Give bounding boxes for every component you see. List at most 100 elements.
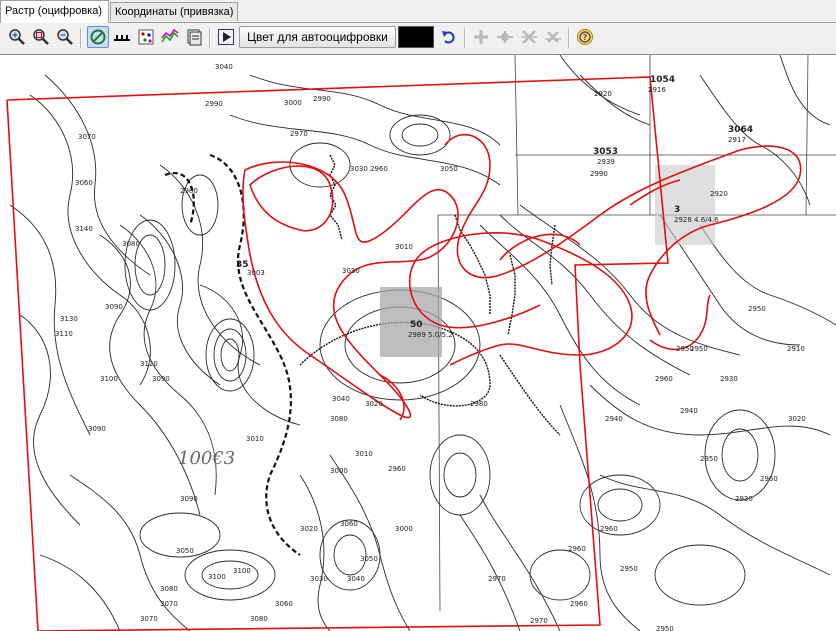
contour-label: 3050 [176, 547, 194, 555]
contour-label: 3120 [140, 360, 158, 368]
layers-icon [187, 29, 202, 46]
add-point-button[interactable] [470, 26, 492, 48]
well-label: 3053 [593, 147, 619, 157]
contour-label: 3020 [300, 525, 318, 533]
digitize-contour-button[interactable] [111, 26, 133, 48]
contour-label: 2980 [470, 400, 488, 408]
contour-label: 2970 [488, 575, 506, 583]
digitize-points-button[interactable] [135, 26, 157, 48]
delete-point-button[interactable] [518, 26, 540, 48]
autodigitize-color-swatch[interactable] [398, 26, 434, 48]
contour-label: 2950 [748, 305, 766, 313]
contour-label: 3090 [152, 375, 170, 383]
digitize-fault-button[interactable] [159, 26, 181, 48]
contour-label: 3030 [350, 165, 368, 173]
contour-label: 3010 [395, 243, 413, 251]
contour-label: 3090 [180, 495, 198, 503]
tab-label: Координаты (привязка) [115, 6, 234, 18]
contour-label: 3050 [360, 555, 378, 563]
raster-canvas[interactable]: 3070 3040 2990 3000 3060 3030 3080 3090 … [0, 54, 836, 631]
contour-label: 3110 [55, 330, 73, 338]
contour-label: 3040 [347, 575, 365, 583]
well-label: 50 [410, 320, 423, 330]
toolbar-separator [464, 28, 466, 48]
contour-label: 3000 [284, 99, 302, 107]
contour-label: 2960 [600, 525, 618, 533]
move-point-button[interactable] [494, 26, 516, 48]
contour-label: 3100 [208, 573, 226, 581]
svg-text:?: ? [583, 33, 588, 42]
well-value: 2928 4.6/4.6 [674, 216, 719, 224]
contour-label: 3030 [310, 575, 328, 583]
well-label: 1054 [650, 75, 676, 85]
contour-label: 2980 [180, 187, 198, 195]
contour-label: 3050 [440, 165, 458, 173]
delete-point-icon [521, 30, 537, 44]
well-label: 3 [674, 205, 681, 215]
undo-icon [442, 31, 455, 44]
contour-label: 3070 [78, 133, 96, 141]
contour-label: 3070 [160, 600, 178, 608]
contour-label: 2950 [656, 625, 674, 631]
zoom-rect-button[interactable] [30, 26, 52, 48]
contour-label: 3020 [788, 415, 806, 423]
contour-label: 3010 [246, 435, 264, 443]
digitize-points-icon [138, 29, 154, 45]
well-value: 3003 [247, 269, 265, 277]
delete-line-icon [545, 31, 561, 43]
contour-label: 3000 [395, 525, 413, 533]
contour-label: 3070 [140, 615, 158, 623]
move-point-icon [497, 31, 513, 43]
contour-label: 3080 [122, 240, 140, 248]
autodigitize-color-button[interactable]: Цвет для автооцифровки >> [239, 26, 396, 64]
play-icon [218, 29, 234, 45]
zoom-in-button[interactable] [6, 26, 28, 48]
grid-lines [437, 55, 836, 612]
contour-label: 2920 [594, 90, 612, 98]
contour-map [6, 55, 836, 631]
contour-label: 3080 [330, 415, 348, 423]
contour-label: 3000 [330, 467, 348, 475]
layers-button[interactable] [183, 26, 205, 48]
contour-label: 3040 [215, 63, 233, 71]
contour-label: 2950 [700, 455, 718, 463]
play-button[interactable] [215, 26, 237, 48]
contour-label: 2960 [655, 375, 673, 383]
contour-label: 3020 [365, 400, 383, 408]
contour-label: 3060 [340, 520, 358, 528]
contour-label: 3010 [355, 450, 373, 458]
toolbar-separator [80, 28, 82, 48]
tab-label: Растр (оцифровка) [5, 5, 102, 17]
zoom-out-button[interactable] [54, 26, 76, 48]
contour-label: 3140 [75, 225, 93, 233]
contour-label: 3080 [250, 615, 268, 623]
contour-label: 2930 [720, 375, 738, 383]
contour-label: 3060 [75, 179, 93, 187]
digitize-contour-icon [114, 35, 130, 41]
contour-label: 3060 [275, 600, 293, 608]
tab-raster-digitizing[interactable]: Растр (оцифровка) [0, 0, 109, 23]
contour-label: 2950 [676, 345, 694, 353]
contour-label: 3080 [160, 585, 178, 593]
delete-line-button[interactable] [542, 26, 564, 48]
contour-label: 2960 [388, 465, 406, 473]
contour-label: 3090 [88, 425, 106, 433]
help-icon: ? [577, 29, 593, 45]
undo-button[interactable] [438, 26, 460, 48]
contour-label: 2990 [590, 170, 608, 178]
toolbar-separator [568, 28, 570, 48]
zoom-rect-icon [33, 29, 49, 45]
tab-coordinates-binding[interactable]: Координаты (привязка) [110, 2, 238, 21]
contour-label: 2990 [313, 95, 331, 103]
help-button[interactable]: ? [574, 26, 596, 48]
no-entry-button[interactable] [87, 26, 109, 48]
contour-label: 2950 [620, 565, 638, 573]
shaded-zone [655, 165, 715, 245]
well-value: 2917 [728, 136, 746, 144]
contour-label: 3100 [233, 567, 251, 575]
toolbar-separator [209, 28, 211, 48]
contour-label: 2970 [530, 617, 548, 625]
contour-label: 2960 [370, 165, 388, 173]
well-value: 2916 [648, 86, 666, 94]
add-point-icon [474, 30, 488, 44]
